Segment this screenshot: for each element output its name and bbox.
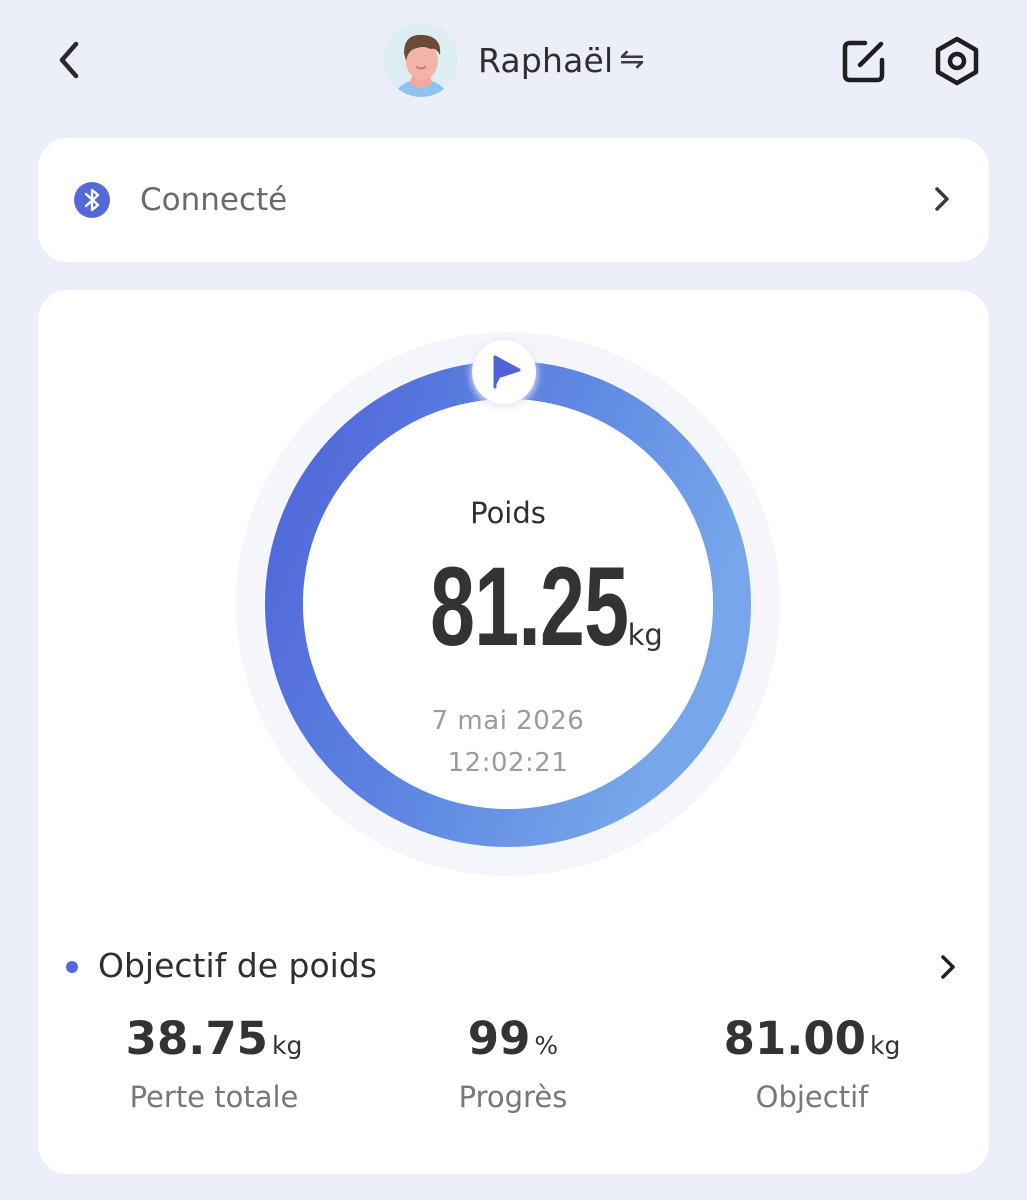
goal-dot	[66, 961, 78, 973]
stat-value: 81.00	[723, 1012, 866, 1065]
weight-label: Poids	[470, 496, 546, 530]
avatar	[384, 23, 458, 97]
back-button[interactable]	[44, 34, 94, 86]
swap-icon: ⇋	[619, 42, 645, 77]
stat-total-loss: 38.75 kg Perte totale	[64, 1012, 364, 1114]
weight-value: 81.25	[430, 544, 629, 669]
weight-unit: kg	[627, 618, 663, 652]
connection-status: Connecté	[140, 182, 288, 218]
settings-icon	[935, 36, 979, 86]
weight-card: Poids 81.25 kg 7 mai 2026 12:02:21 Objec…	[38, 290, 989, 1174]
top-bar: Raphaël ⇋	[0, 0, 1027, 120]
stat-value: 38.75	[125, 1012, 268, 1065]
bluetooth-icon	[74, 182, 110, 218]
chevron-right-icon	[941, 955, 955, 979]
measurement-time: 12:02:21	[447, 748, 569, 778]
edit-button[interactable]	[836, 34, 892, 88]
stat-unit: kg	[271, 1031, 303, 1060]
measurement-date: 7 mai 2026	[431, 706, 585, 736]
weight-value-row: 81.25 kg	[228, 542, 788, 671]
stat-label: Perte totale	[129, 1080, 299, 1114]
stat-label: Progrès	[458, 1080, 568, 1114]
chevron-right-icon	[935, 187, 949, 211]
stat-unit: kg	[869, 1031, 901, 1060]
stat-label: Objectif	[755, 1080, 869, 1114]
settings-button[interactable]	[928, 34, 986, 88]
stat-goal: 81.00 kg Objectif	[662, 1012, 962, 1114]
stat-unit: %	[534, 1031, 559, 1060]
edit-icon	[842, 40, 885, 83]
gauge-readout: Poids 81.25 kg 7 mai 2026 12:02:21	[228, 324, 788, 884]
weight-goal-header[interactable]: Objectif de poids	[66, 942, 966, 992]
stat-value: 99	[467, 1012, 531, 1065]
stat-progress: 99% Progrès	[363, 1012, 663, 1114]
goal-title: Objectif de poids	[98, 946, 377, 985]
profile-name: Raphaël	[478, 40, 614, 80]
connection-card[interactable]: Connecté	[38, 138, 989, 262]
chevron-left-icon	[59, 41, 79, 79]
profile-switcher[interactable]: Raphaël ⇋	[384, 22, 645, 98]
